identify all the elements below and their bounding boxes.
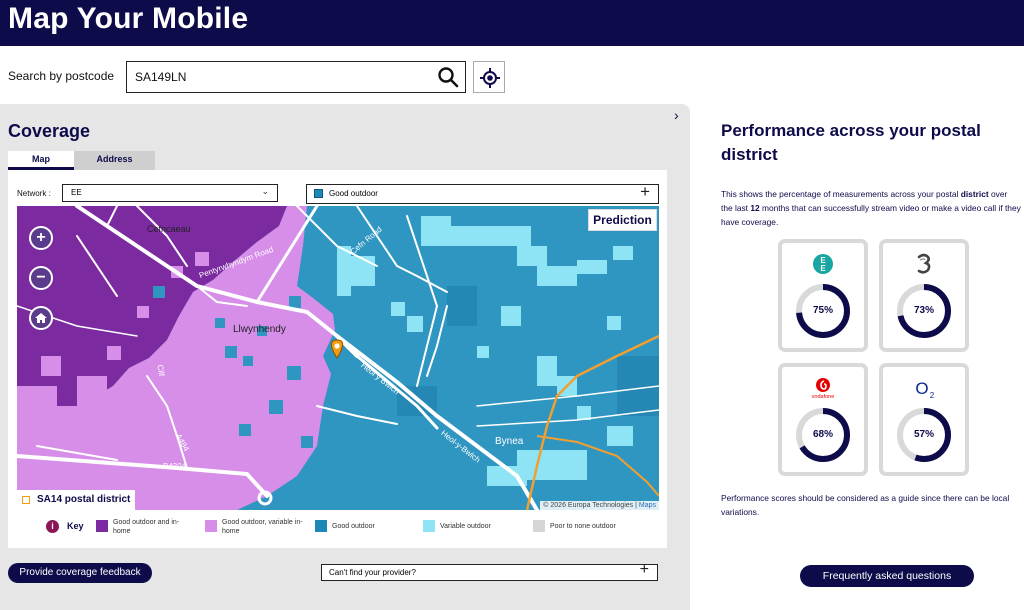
performance-percent-o2: 57% bbox=[913, 429, 934, 440]
provider-prompt: Can't find your provider? bbox=[329, 568, 416, 577]
three-logo-icon bbox=[883, 251, 965, 277]
home-icon bbox=[35, 313, 47, 323]
legend-label-good-outdoor-variable-in-home: Good outdoor, variable in-home bbox=[222, 519, 303, 535]
district-label: SA14 postal district bbox=[17, 490, 135, 510]
app-title: Map Your Mobile bbox=[8, 2, 249, 35]
performance-percent-three: 73% bbox=[913, 305, 934, 316]
coverage-map[interactable]: Cefncaeau Pentyrwhyndym Road Llwynhendy … bbox=[17, 206, 659, 510]
description-bold-months: 12 bbox=[750, 203, 760, 213]
map-label-cilf: Cilf bbox=[155, 364, 167, 377]
zoom-out-button[interactable]: − bbox=[29, 266, 53, 290]
vodafone-logo-icon: vodafone bbox=[782, 375, 864, 401]
locate-me-button[interactable] bbox=[473, 61, 505, 93]
legend-swatch-poor-to-none bbox=[533, 520, 545, 532]
legend-swatch-variable-outdoor bbox=[423, 520, 435, 532]
description-part: This shows the percentage of measurement… bbox=[721, 189, 961, 199]
expand-plus-icon[interactable]: + bbox=[640, 561, 649, 579]
performance-title: Performance across your postal district bbox=[721, 121, 981, 164]
map-attribution: © 2026 Europa Technologies | Maps bbox=[540, 501, 659, 510]
chevron-right-icon: › bbox=[674, 107, 679, 123]
postcode-input[interactable] bbox=[135, 68, 425, 86]
maps-link[interactable]: Maps bbox=[639, 502, 656, 509]
map-label-bynea: Bynea bbox=[495, 436, 524, 447]
chevron-down-icon: ⌄ bbox=[261, 186, 269, 196]
collapse-panel-button[interactable]: › bbox=[669, 107, 687, 125]
tab-address[interactable]: Address bbox=[74, 151, 155, 170]
attribution-text: © 2026 Europa Technologies | bbox=[543, 502, 639, 509]
expand-plus-icon[interactable]: + bbox=[640, 182, 650, 202]
description-part: months that can successfully stream vide… bbox=[721, 203, 1021, 227]
ee-logo-icon: EE bbox=[782, 251, 864, 277]
map-label-cefncaeau: Cefncaeau bbox=[147, 224, 191, 234]
o2-logo-icon: O2 bbox=[883, 375, 965, 401]
tab-map[interactable]: Map bbox=[8, 151, 74, 170]
legend-swatch-good-outdoor bbox=[315, 520, 327, 532]
coverage-layer-select[interactable]: Good outdoor + bbox=[306, 182, 659, 204]
coverage-feedback-button[interactable]: Provide coverage feedback bbox=[8, 563, 152, 583]
map-label-llwynhendy: Llwynhendy bbox=[233, 324, 286, 335]
layer-value: Good outdoor bbox=[329, 189, 378, 198]
svg-text:2: 2 bbox=[930, 391, 935, 400]
performance-description: This shows the percentage of measurement… bbox=[721, 187, 1021, 229]
network-value: EE bbox=[71, 188, 82, 197]
description-bold-district: district bbox=[960, 189, 989, 199]
cant-find-provider-toggle[interactable]: Can't find your provider? + bbox=[321, 561, 658, 581]
info-icon[interactable]: i bbox=[46, 520, 59, 533]
performance-percent-vodafone: 68% bbox=[812, 429, 833, 440]
zoom-in-button[interactable]: + bbox=[29, 226, 53, 250]
district-outline-icon bbox=[22, 496, 30, 504]
plus-icon: + bbox=[36, 229, 46, 246]
legend-label-good-outdoor: Good outdoor bbox=[332, 523, 375, 530]
legend-swatch-good-outdoor-variable-in-home bbox=[205, 520, 217, 532]
crosshair-icon bbox=[480, 68, 500, 88]
performance-note: Performance scores should be considered … bbox=[721, 493, 1010, 517]
svg-text:O: O bbox=[915, 379, 928, 398]
operator-card-three: 73% bbox=[879, 239, 969, 352]
layer-color-swatch bbox=[314, 189, 323, 198]
postcode-search-field[interactable] bbox=[126, 61, 466, 93]
operator-card-o2: O2 57% bbox=[879, 363, 969, 476]
map-label-b4304: B4304 bbox=[163, 462, 187, 471]
performance-percent-ee: 75% bbox=[812, 305, 833, 316]
key-label: Key bbox=[67, 521, 84, 531]
network-select[interactable]: EE ⌄ bbox=[62, 184, 278, 202]
coverage-title: Coverage bbox=[8, 121, 91, 141]
coverage-map-canvas[interactable] bbox=[17, 206, 659, 510]
search-icon[interactable] bbox=[437, 66, 459, 88]
prediction-badge: Prediction bbox=[588, 209, 657, 231]
app-header: Map Your Mobile bbox=[0, 0, 1024, 46]
legend-label-poor-to-none: Poor to none outdoor bbox=[550, 523, 616, 530]
svg-text:E: E bbox=[820, 264, 826, 273]
faq-button[interactable]: Frequently asked questions bbox=[800, 565, 974, 587]
minus-icon: − bbox=[36, 269, 46, 286]
legend-label-variable-outdoor: Variable outdoor bbox=[440, 523, 491, 530]
home-button[interactable] bbox=[29, 306, 53, 330]
vodafone-wordmark: vodafone bbox=[812, 394, 835, 400]
legend-label-good-outdoor-in-home: Good outdoor and in-home bbox=[113, 519, 180, 535]
network-label: Network : bbox=[17, 189, 51, 198]
search-label: Search by postcode bbox=[8, 69, 115, 83]
legend-swatch-good-outdoor-in-home bbox=[96, 520, 108, 532]
district-label-text: SA14 postal district bbox=[37, 494, 131, 505]
operator-card-vodafone: vodafone 68% bbox=[778, 363, 868, 476]
operator-card-ee: EE 75% bbox=[778, 239, 868, 352]
